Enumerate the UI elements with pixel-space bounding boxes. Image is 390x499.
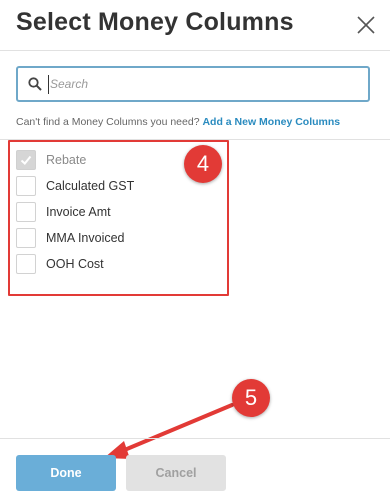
done-button[interactable]: Done: [16, 455, 116, 491]
dialog-title: Select Money Columns: [16, 8, 294, 36]
annotation-step-5-badge: 5: [232, 379, 270, 417]
close-icon: [357, 16, 375, 34]
header-divider: [0, 50, 390, 51]
text-cursor: [48, 75, 49, 94]
cancel-button[interactable]: Cancel: [126, 455, 226, 491]
close-button[interactable]: [354, 13, 378, 37]
hint-text: Can't find a Money Columns you need?: [16, 116, 200, 128]
missing-column-hint: Can't find a Money Columns you need? Add…: [16, 116, 340, 128]
select-money-columns-dialog: Select Money Columns Can't find a Money …: [0, 0, 390, 499]
add-money-column-link[interactable]: Add a New Money Columns: [202, 116, 340, 128]
annotation-step-4-badge: 4: [184, 145, 222, 183]
footer-divider: [0, 438, 390, 439]
search-field[interactable]: [16, 66, 370, 102]
search-input[interactable]: [50, 72, 350, 96]
search-icon: [28, 77, 42, 91]
